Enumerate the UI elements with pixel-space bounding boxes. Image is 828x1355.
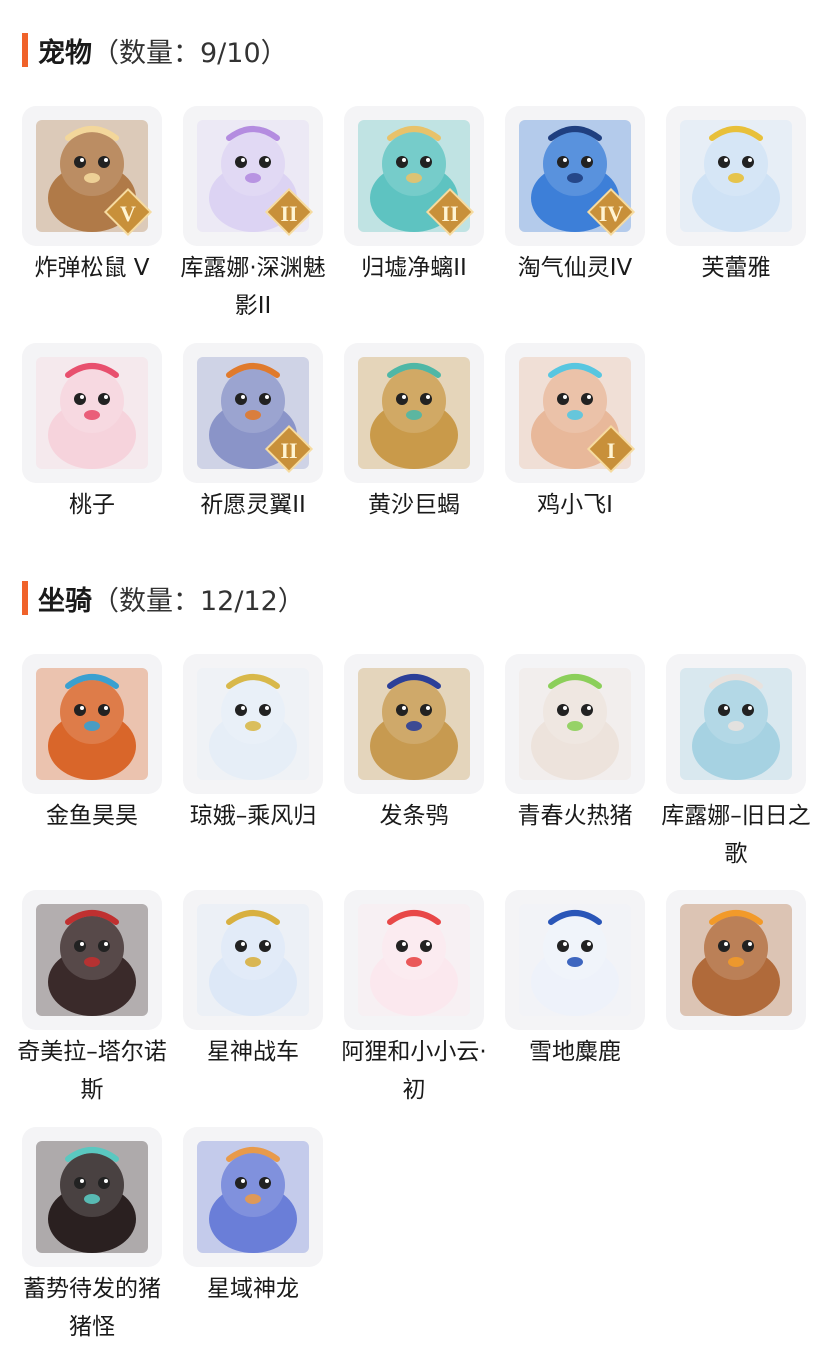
mount-name: 发条鸮 — [379, 803, 449, 829]
pet-name: 黄沙巨蝎 — [368, 492, 460, 518]
pet-name: 炸弹松鼠 V — [34, 255, 150, 281]
squirrel-icon[interactable]: V — [22, 106, 162, 246]
pet-card[interactable]: II 库露娜·深渊魅影II — [180, 106, 326, 325]
mount-name: 蓄势待发的猪猪怪 — [23, 1276, 161, 1340]
pet-name: 鸡小飞I — [537, 492, 613, 518]
mount-name: 奇美拉–塔尔诺斯 — [17, 1039, 167, 1103]
mount-card[interactable]: 金鱼昊昊 — [22, 654, 162, 835]
mount-name: 琼娥–乘风归 — [189, 803, 317, 829]
mounts-section-count: （数量：12/12） — [92, 585, 305, 617]
pet-card[interactable]: 芙蕾雅 — [666, 106, 806, 287]
black-pig-icon[interactable] — [22, 1127, 162, 1267]
mount-card[interactable]: 发条鸮 — [344, 654, 484, 835]
pet-card[interactable]: 桃子 — [22, 343, 162, 524]
rank-badge-text: V — [120, 201, 136, 226]
pet-card[interactable]: V 炸弹松鼠 V — [22, 106, 162, 287]
pet-card[interactable]: II 祈愿灵翼II — [183, 343, 323, 524]
capybara-icon[interactable] — [666, 890, 806, 1030]
kuluna-song-icon[interactable] — [666, 654, 806, 794]
rank-badge-text: II — [280, 201, 297, 226]
pet-name: 芙蕾雅 — [701, 255, 771, 281]
mount-card[interactable]: 星神战车 — [183, 890, 323, 1071]
scorpion-icon[interactable] — [344, 343, 484, 483]
ali-fox-icon[interactable] — [344, 890, 484, 1030]
goldfish-icon[interactable] — [22, 654, 162, 794]
mount-name: 金鱼昊昊 — [46, 803, 138, 829]
mount-card[interactable]: 青春火热猪 — [505, 654, 645, 835]
mount-card[interactable]: 库露娜–旧日之歌 — [661, 654, 811, 873]
mount-name: 青春火热猪 — [517, 803, 633, 829]
pet-name: 桃子 — [69, 492, 115, 518]
pink-cat-icon[interactable] — [22, 343, 162, 483]
chick-icon[interactable]: I — [505, 343, 645, 483]
pet-card[interactable]: I 鸡小飞I — [505, 343, 645, 524]
rank-badge-text: II — [441, 201, 458, 226]
pets-section-header: 宠物 （数量：9/10） — [22, 30, 288, 70]
pet-name: 库露娜·深渊魅影II — [180, 255, 326, 319]
pet-name: 淘气仙灵IV — [517, 255, 633, 281]
kuluna-shadow-icon[interactable]: II — [183, 106, 323, 246]
section-accent-bar — [22, 33, 28, 67]
mount-card[interactable]: 星域神龙 — [183, 1127, 323, 1308]
rank-badge-text: II — [280, 438, 297, 463]
mount-card[interactable]: 阿狸和小小云·初 — [341, 890, 487, 1109]
rank-badge-text: IV — [599, 201, 624, 226]
mount-name: 阿狸和小小云·初 — [341, 1039, 487, 1103]
rank-badge-text: I — [607, 438, 616, 463]
mount-card[interactable]: 琼娥–乘风归 — [183, 654, 323, 835]
mount-card[interactable] — [666, 890, 806, 1033]
dragon-icon[interactable]: II — [344, 106, 484, 246]
chimera-icon[interactable] — [22, 890, 162, 1030]
mounts-section-header: 坐骑 （数量：12/12） — [22, 578, 305, 618]
mounts-section-title: 坐骑 — [38, 585, 92, 617]
pet-name: 归墟净螭II — [361, 255, 467, 281]
mount-card[interactable]: 蓄势待发的猪猪怪 — [22, 1127, 162, 1346]
fairy-icon[interactable] — [183, 654, 323, 794]
mount-name: 库露娜–旧日之歌 — [661, 803, 811, 867]
pet-card[interactable]: IV 淘气仙灵IV — [505, 106, 645, 287]
mount-name: 星域神龙 — [207, 1276, 299, 1302]
pegasus-icon[interactable] — [183, 890, 323, 1030]
pet-card[interactable]: II 归墟净螭II — [344, 106, 484, 287]
section-accent-bar — [22, 581, 28, 615]
white-pig-icon[interactable] — [505, 654, 645, 794]
pets-section-title: 宠物 — [38, 37, 92, 69]
snow-elk-icon[interactable] — [505, 890, 645, 1030]
pet-name: 祈愿灵翼II — [200, 492, 306, 518]
mount-name: 雪地麋鹿 — [529, 1039, 621, 1065]
blue-dog-icon[interactable]: IV — [505, 106, 645, 246]
mount-name: 星神战车 — [207, 1039, 299, 1065]
pets-section-count: （数量：9/10） — [92, 37, 288, 69]
star-dragon-icon[interactable] — [183, 1127, 323, 1267]
pet-card[interactable]: 黄沙巨蝎 — [344, 343, 484, 524]
owl-icon[interactable] — [344, 654, 484, 794]
mount-card[interactable]: 雪地麋鹿 — [505, 890, 645, 1071]
eagle-icon[interactable]: II — [183, 343, 323, 483]
freya-icon[interactable] — [666, 106, 806, 246]
mount-card[interactable]: 奇美拉–塔尔诺斯 — [17, 890, 167, 1109]
